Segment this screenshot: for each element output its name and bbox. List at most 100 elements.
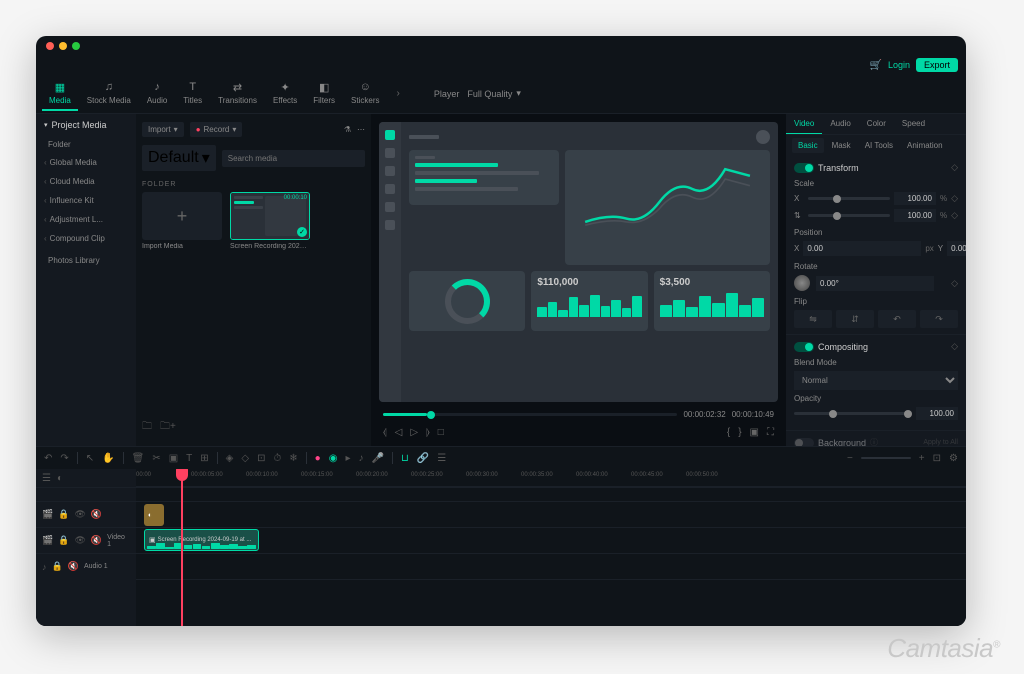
tab-video[interactable]: Video bbox=[786, 114, 822, 134]
visibility-icon[interactable]: 👁 bbox=[74, 509, 85, 520]
login-button[interactable]: Login bbox=[888, 60, 910, 70]
sidebar-compound-clip[interactable]: Compound Clip bbox=[36, 229, 136, 248]
default-dropdown[interactable]: Default▾ bbox=[142, 145, 216, 171]
play-tool-icon[interactable]: ▸ bbox=[345, 453, 350, 464]
sidebar-cloud-media[interactable]: Cloud Media bbox=[36, 172, 136, 191]
clip-thumb[interactable]: 00:00:10 ✓ Screen Recording 2024-09-... bbox=[230, 192, 310, 250]
stop-icon[interactable]: □ bbox=[438, 427, 444, 438]
record-dropdown[interactable]: ●Record▾ bbox=[190, 122, 243, 137]
compositing-toggle[interactable] bbox=[794, 342, 814, 352]
mic-icon[interactable]: 🎤 bbox=[371, 453, 383, 464]
import-media-thumb[interactable]: + Import Media bbox=[142, 192, 222, 250]
visibility-icon[interactable]: 👁 bbox=[74, 535, 85, 546]
video-clip[interactable]: ▣ Screen Recording 2024-09-19 at ... bbox=[144, 529, 259, 551]
rotate-right-button[interactable]: ↷ bbox=[920, 310, 958, 328]
cut-icon[interactable]: ✂ bbox=[152, 453, 160, 464]
tab-effects[interactable]: ✦Effects bbox=[266, 76, 304, 111]
tab-media[interactable]: ▦Media bbox=[42, 76, 78, 111]
lock-icon[interactable]: 🔒 bbox=[52, 561, 63, 572]
quality-dropdown[interactable]: Full Quality▾ bbox=[467, 88, 521, 99]
photos-library[interactable]: Photos Library bbox=[36, 252, 136, 269]
scale-y-slider[interactable] bbox=[808, 214, 890, 217]
subtab-mask[interactable]: Mask bbox=[826, 138, 857, 153]
marker-icon[interactable]: ◈ bbox=[226, 453, 234, 464]
sidebar-influence-kit[interactable]: Influence Kit bbox=[36, 191, 136, 210]
lock-icon[interactable]: 🔒 bbox=[58, 535, 69, 546]
flip-vertical-button[interactable]: ⇵ bbox=[836, 310, 874, 328]
minimize-dot[interactable] bbox=[59, 42, 67, 50]
folder-icon[interactable]: 🗀 bbox=[142, 419, 152, 436]
maximize-dot[interactable] bbox=[72, 42, 80, 50]
rotate-input[interactable] bbox=[816, 276, 934, 291]
audio-icon[interactable]: ♪ bbox=[42, 562, 47, 572]
crop-tool-icon[interactable]: ▣ bbox=[169, 453, 178, 464]
audio-track-1[interactable] bbox=[136, 553, 966, 579]
scale-x-input[interactable] bbox=[894, 192, 936, 205]
filter-icon[interactable]: ⚗ bbox=[344, 125, 351, 134]
position-y-input[interactable] bbox=[947, 241, 966, 256]
close-dot[interactable] bbox=[46, 42, 54, 50]
empty-track[interactable] bbox=[136, 579, 966, 626]
subtab-basic[interactable]: Basic bbox=[792, 138, 824, 153]
preview-canvas[interactable]: $110,000 $3,500 bbox=[379, 122, 778, 402]
adjust-icon[interactable]: ⊡ bbox=[257, 453, 265, 464]
play-back-icon[interactable]: ◁ bbox=[395, 427, 403, 438]
keyframe-icon[interactable]: ◇ bbox=[951, 278, 958, 289]
lock-icon[interactable]: 🔒 bbox=[58, 509, 69, 520]
tab-stock-media[interactable]: ♫Stock Media bbox=[80, 76, 138, 111]
video-icon[interactable]: 🎬 bbox=[42, 509, 53, 520]
flip-horizontal-button[interactable]: ⇋ bbox=[794, 310, 832, 328]
search-input[interactable] bbox=[222, 150, 365, 167]
tab-audio-props[interactable]: Audio bbox=[822, 114, 858, 134]
export-button[interactable]: Export bbox=[916, 58, 958, 72]
new-folder-icon[interactable]: 🗀+ bbox=[160, 419, 176, 436]
tracks-icon[interactable]: ☰ bbox=[42, 473, 51, 484]
mute-icon[interactable]: 🔇 bbox=[68, 561, 79, 572]
opacity-input[interactable] bbox=[916, 407, 958, 420]
blend-mode-select[interactable]: Normal bbox=[794, 371, 958, 390]
speed-tool-icon[interactable]: ⏱ bbox=[273, 453, 281, 464]
tab-speed[interactable]: Speed bbox=[894, 114, 933, 134]
tab-color[interactable]: Color bbox=[859, 114, 894, 134]
next-frame-icon[interactable]: ⦊ bbox=[426, 427, 430, 438]
record-tool-icon[interactable]: ◉ bbox=[329, 453, 338, 464]
tab-transitions[interactable]: ⇄Transitions bbox=[211, 76, 264, 111]
more-icon[interactable]: ⋯ bbox=[357, 125, 365, 134]
tab-stickers[interactable]: ☺Stickers bbox=[344, 76, 386, 111]
scrub-track[interactable] bbox=[383, 413, 677, 416]
video-track-2[interactable]: ◐ bbox=[136, 501, 966, 527]
hand-icon[interactable]: ✋ bbox=[102, 453, 114, 464]
cart-icon[interactable]: 🛒 bbox=[870, 60, 882, 71]
undo-icon[interactable]: ↶ bbox=[44, 453, 52, 464]
zoom-slider[interactable] bbox=[861, 457, 911, 459]
sidebar-adjustment-layer[interactable]: Adjustment L... bbox=[36, 210, 136, 229]
subtab-animation[interactable]: Animation bbox=[901, 138, 949, 153]
rotate-dial[interactable] bbox=[794, 275, 810, 291]
delete-icon[interactable]: 🗑 bbox=[132, 453, 145, 464]
bracket-in-icon[interactable]: { bbox=[727, 427, 730, 438]
adjustment-clip[interactable]: ◐ bbox=[144, 504, 164, 526]
timeline-ruler[interactable]: 00:00 00:00:05:00 00:00:10:00 00:00:15:0… bbox=[136, 469, 966, 487]
rotate-left-button[interactable]: ↶ bbox=[878, 310, 916, 328]
keyframe-icon[interactable]: ◇ bbox=[951, 193, 958, 204]
transform-toggle[interactable] bbox=[794, 163, 814, 173]
opacity-slider[interactable] bbox=[794, 412, 912, 415]
project-media-header[interactable]: Project Media bbox=[36, 114, 136, 136]
tab-titles[interactable]: TTitles bbox=[176, 76, 209, 111]
fullscreen-icon[interactable]: ⛶ bbox=[767, 427, 774, 438]
subtab-ai-tools[interactable]: AI Tools bbox=[859, 138, 899, 153]
playhead[interactable] bbox=[181, 469, 183, 626]
magnet-icon[interactable]: ⊔ bbox=[401, 453, 409, 464]
toggle-icon[interactable]: ◐ bbox=[57, 473, 63, 484]
redo-icon[interactable]: ↷ bbox=[60, 453, 68, 464]
bracket-out-icon[interactable]: } bbox=[738, 427, 741, 438]
timeline-body[interactable]: 00:00 00:00:05:00 00:00:10:00 00:00:15:0… bbox=[136, 469, 966, 626]
video-icon[interactable]: 🎬 bbox=[42, 535, 53, 546]
audio-tool-icon[interactable]: ♪ bbox=[358, 453, 363, 464]
zoom-in-icon[interactable]: + bbox=[919, 453, 925, 464]
link-icon[interactable]: ⇅ bbox=[794, 211, 804, 220]
keyframe-icon[interactable]: ◇ bbox=[951, 341, 958, 352]
tab-audio[interactable]: ♪Audio bbox=[140, 76, 174, 111]
play-icon[interactable]: ▷ bbox=[410, 427, 418, 438]
mute-icon[interactable]: 🔇 bbox=[91, 535, 102, 546]
